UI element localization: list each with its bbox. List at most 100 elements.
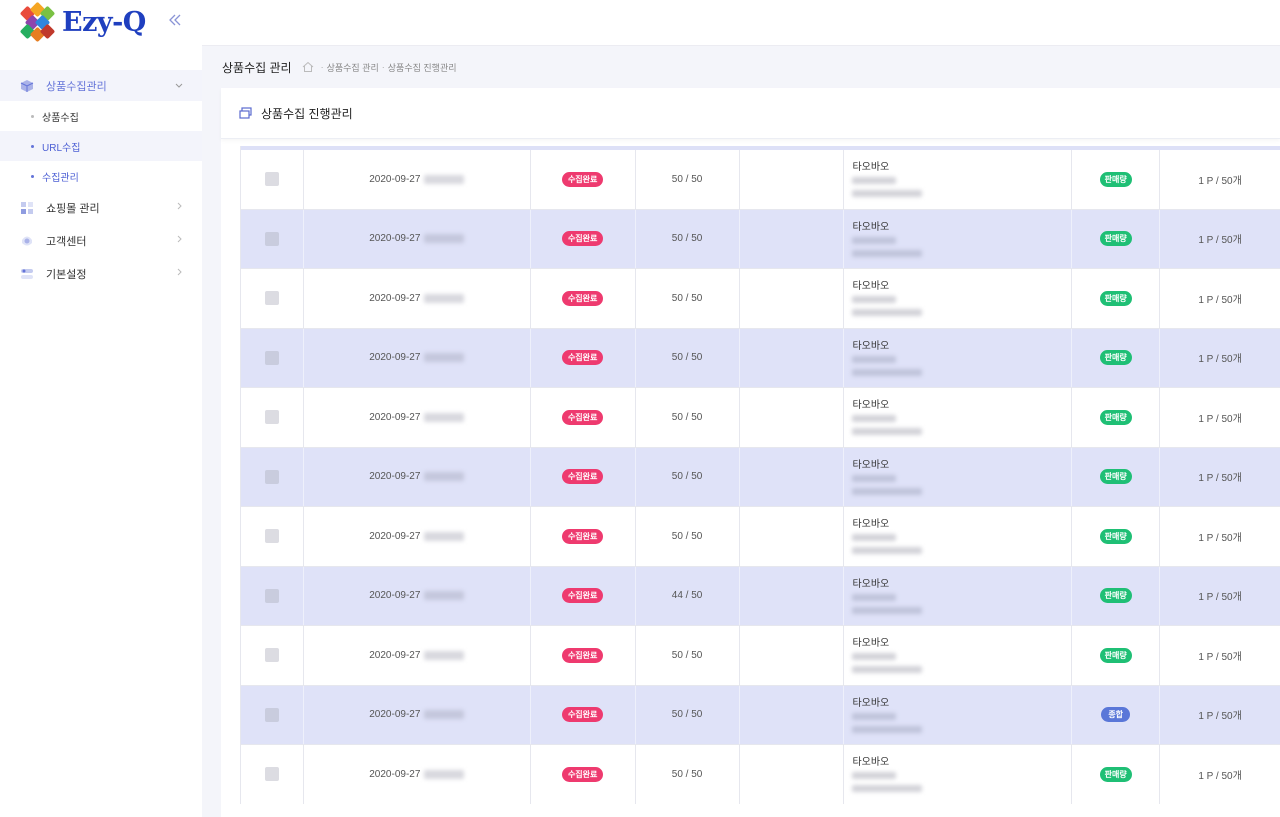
source-cell: 타오바오 (844, 626, 1073, 685)
breadcrumb-separator: · (320, 62, 324, 72)
type-badge: 판매량 (1099, 290, 1132, 306)
source-cell: 타오바오 (844, 150, 1073, 209)
type-badge: 판매량 (1099, 528, 1132, 544)
count-cell: 50 / 50 (636, 447, 740, 506)
sidebar-menu: 상품수집관리 상품수집 URL수집 수집관리 쇼핑몰 관리 고객센터 기본설정 (0, 70, 202, 290)
empty-cell (740, 388, 845, 447)
logo-cubes-icon (18, 1, 58, 43)
redacted-detail (852, 606, 923, 614)
pages-cell: 1 P / 50개 (1160, 388, 1280, 447)
checkbox-cell (241, 745, 304, 804)
row-checkbox[interactable] (264, 767, 279, 782)
box-icon (20, 79, 34, 92)
sidebar-item-basic-settings[interactable]: 기본설정 (0, 257, 202, 290)
table-row[interactable]: 2020-09-27 수집완료 44 / 50 타오바오 판매량 1 P / 5… (241, 566, 1280, 626)
status-cell: 수집완료 (531, 209, 636, 268)
status-badge: 수집완료 (561, 409, 604, 425)
status-badge: 수집완료 (561, 350, 604, 366)
table-body: 2020-09-27 수집완료 50 / 50 타오바오 판매량 1 P / 5… (241, 150, 1280, 804)
collapse-sidebar-icon[interactable] (167, 12, 183, 28)
row-checkbox[interactable] (264, 529, 279, 544)
table-row[interactable]: 2020-09-27 수집완료 50 / 50 타오바오 판매량 1 P / 5… (241, 447, 1280, 507)
table-row[interactable]: 2020-09-27 수집완료 50 / 50 타오바오 판매량 1 P / 5… (241, 626, 1280, 686)
source-name: 타오바오 (852, 221, 890, 233)
date-text: 2020-09-27 (369, 709, 421, 721)
sidebar-item-shop-manage[interactable]: 쇼핑몰 관리 (0, 191, 202, 224)
sidebar-item-customer-center[interactable]: 고객센터 (0, 224, 202, 257)
bullet-icon (31, 174, 34, 178)
count-text: 50 / 50 (671, 530, 703, 542)
row-checkbox[interactable] (264, 350, 279, 365)
row-checkbox[interactable] (264, 410, 279, 425)
status-badge: 수집완료 (561, 766, 604, 782)
date-cell: 2020-09-27 (304, 388, 531, 447)
status-cell: 수집완료 (531, 388, 636, 447)
date-wrap: 2020-09-27 (369, 173, 465, 185)
date-text: 2020-09-27 (369, 173, 421, 185)
submenu-label: URL수집 (42, 142, 81, 154)
row-checkbox[interactable] (264, 707, 279, 722)
date-cell: 2020-09-27 (304, 447, 531, 506)
source-name: 타오바오 (852, 638, 890, 649)
count-cell: 50 / 50 (636, 150, 740, 209)
row-checkbox[interactable] (264, 291, 279, 306)
table-row[interactable]: 2020-09-27 수집완료 50 / 50 타오바오 판매량 1 P / 5… (241, 388, 1280, 448)
pages-cell: 1 P / 50개 (1160, 567, 1280, 626)
row-checkbox[interactable] (264, 231, 279, 246)
redacted-keyword (852, 177, 897, 184)
redacted-keyword (852, 534, 897, 541)
bullet-icon (31, 144, 34, 148)
checkbox-cell (241, 328, 304, 387)
breadcrumb: 상품수집 관리 · 상품수집 관리 · 상품수집 진행관리 (202, 46, 1280, 88)
store-icon (21, 201, 33, 214)
submenu-item-url-collect[interactable]: URL수집 (0, 131, 202, 161)
pages-cell: 1 P / 50개 (1160, 507, 1280, 566)
home-icon[interactable] (302, 61, 314, 73)
date-text: 2020-09-27 (369, 292, 421, 304)
card-title: 상품수집 진행관리 (261, 106, 353, 121)
row-checkbox[interactable] (264, 469, 279, 484)
table-row[interactable]: 2020-09-27 수집완료 50 / 50 타오바오 판매량 1 P / 5… (241, 150, 1280, 210)
type-cell: 판매량 (1072, 150, 1161, 209)
redacted-detail (852, 368, 923, 376)
row-checkbox[interactable] (264, 172, 279, 187)
sidebar-item-product-collection[interactable]: 상품수집관리 (0, 70, 202, 101)
date-wrap: 2020-09-27 (369, 412, 465, 423)
table-row[interactable]: 2020-09-27 수집완료 50 / 50 타오바오 판매량 1 P / 5… (241, 328, 1280, 388)
date-text: 2020-09-27 (369, 233, 421, 245)
pages-cell: 1 P / 50개 (1160, 448, 1280, 507)
submenu-item-collect-manage[interactable]: 수집관리 (0, 161, 202, 191)
redacted-detail (852, 190, 923, 197)
status-badge: 수집완료 (561, 171, 604, 187)
empty-cell (740, 507, 845, 566)
type-badge: 판매량 (1099, 766, 1132, 782)
table-row[interactable]: 2020-09-27 수집완료 50 / 50 타오바오 종합 1 P / 50… (241, 685, 1280, 745)
row-checkbox[interactable] (264, 588, 279, 603)
table-row[interactable]: 2020-09-27 수집완료 50 / 50 타오바오 판매량 1 P / 5… (241, 745, 1280, 804)
redacted-keyword (852, 474, 897, 482)
settings-icon (21, 268, 33, 279)
source-cell: 타오바오 (844, 388, 1073, 447)
date-text: 2020-09-27 (369, 530, 421, 542)
submenu-item-collect-product[interactable]: 상품수집 (0, 101, 202, 131)
source-cell: 타오바오 (844, 209, 1073, 268)
count-text: 50 / 50 (671, 292, 703, 304)
date-wrap: 2020-09-27 (369, 769, 465, 780)
table-row[interactable]: 2020-09-27 수집완료 50 / 50 타오바오 판매량 1 P / 5… (241, 209, 1280, 269)
redacted-time (424, 591, 465, 601)
breadcrumb-link[interactable]: 상품수집 관리 (327, 61, 379, 74)
count-text: 50 / 50 (671, 649, 703, 661)
date-wrap: 2020-09-27 (369, 590, 465, 601)
sidebar-item-label: 쇼핑몰 관리 (46, 202, 100, 215)
date-wrap: 2020-09-27 (369, 530, 465, 542)
table-row[interactable]: 2020-09-27 수집완료 50 / 50 타오바오 판매량 1 P / 5… (241, 269, 1280, 329)
date-cell: 2020-09-27 (304, 626, 531, 685)
status-cell: 수집완료 (531, 507, 636, 566)
sidebar-item-label: 상품수집관리 (46, 80, 107, 93)
type-cell: 판매량 (1072, 447, 1161, 506)
status-badge: 수집완료 (561, 290, 604, 306)
app-logo[interactable]: Ezy-Q (18, 1, 146, 43)
redacted-detail (852, 725, 923, 733)
row-checkbox[interactable] (264, 648, 279, 663)
table-row[interactable]: 2020-09-27 수집완료 50 / 50 타오바오 판매량 1 P / 5… (241, 507, 1280, 567)
